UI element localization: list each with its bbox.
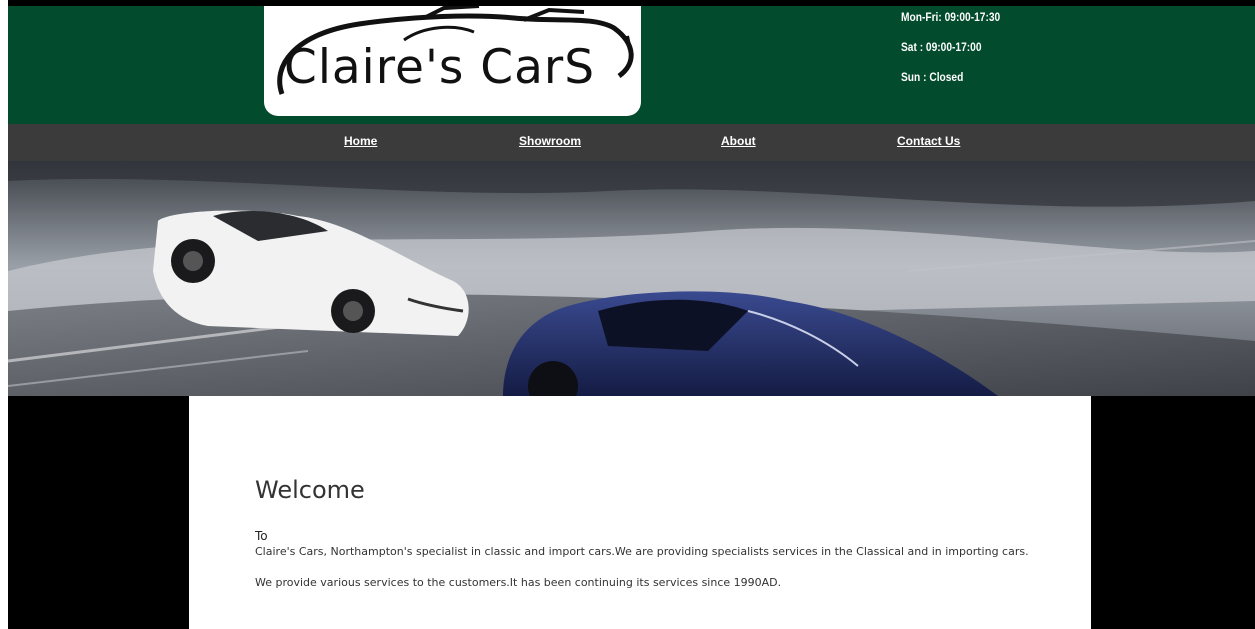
nav-home[interactable]: Home xyxy=(344,134,377,148)
page: Claire's CarS Mon-Fri: 09:00-17:30 Sat :… xyxy=(8,0,1255,629)
services-paragraph: We provide various services to the custo… xyxy=(255,576,782,589)
intro-paragraph: Claire's Cars, Northampton's specialist … xyxy=(255,545,1029,558)
site-header: Claire's CarS Mon-Fri: 09:00-17:30 Sat :… xyxy=(8,6,1255,124)
main-content: Welcome To Claire's Cars, Northampton's … xyxy=(189,396,1091,629)
logo-text: Claire's CarS xyxy=(284,40,596,95)
nav-about[interactable]: About xyxy=(721,134,756,148)
hours-sunday: Sun : Closed xyxy=(901,70,964,84)
hours-weekday: Mon-Fri: 09:00-17:30 xyxy=(901,10,1001,24)
to-label: To xyxy=(255,529,268,543)
nav-contact-us[interactable]: Contact Us xyxy=(897,134,960,148)
logo[interactable]: Claire's CarS xyxy=(264,6,641,116)
page-title: Welcome xyxy=(255,476,365,504)
nav-showroom[interactable]: Showroom xyxy=(519,134,581,148)
hero-banner-image xyxy=(8,161,1255,396)
hours-saturday: Sat : 09:00-17:00 xyxy=(901,40,982,54)
opening-hours: Mon-Fri: 09:00-17:30 Sat : 09:00-17:00 S… xyxy=(901,10,1018,100)
main-nav: Home Showroom About Contact Us xyxy=(8,124,1255,161)
